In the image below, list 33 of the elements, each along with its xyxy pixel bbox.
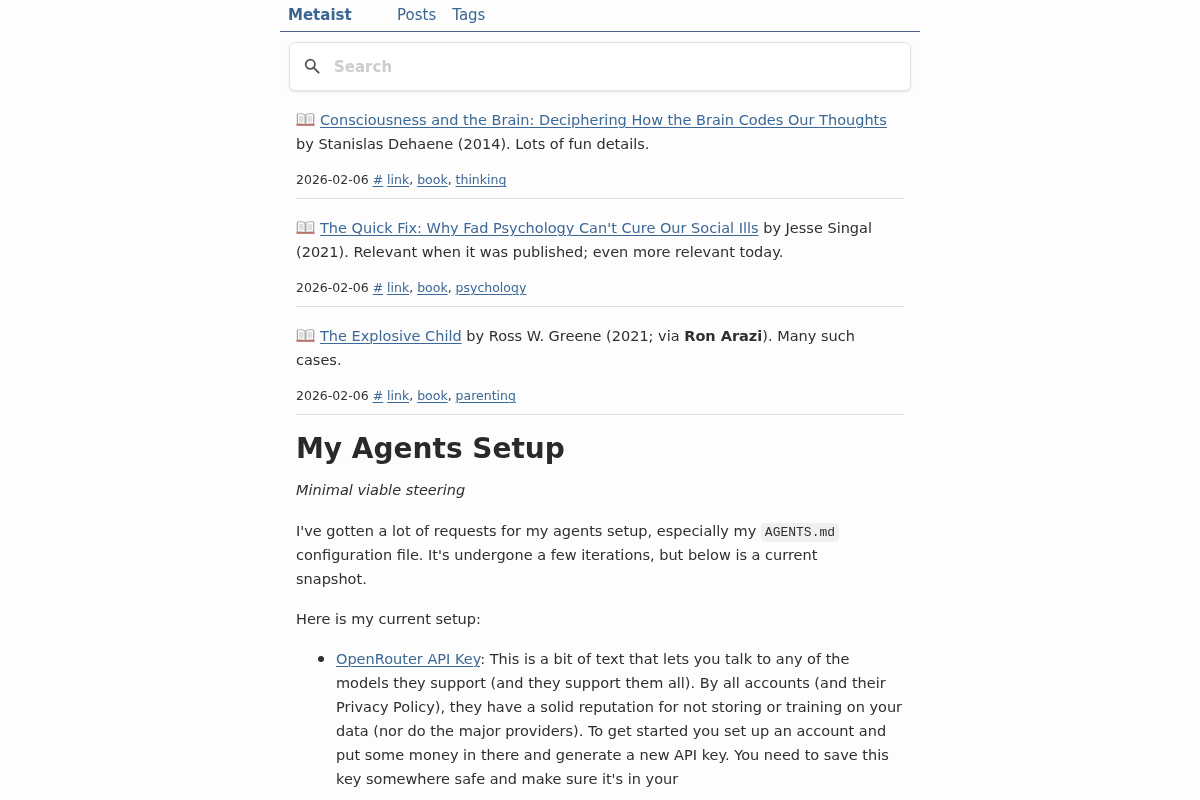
article-title: My Agents Setup	[296, 431, 566, 467]
open-book-icon	[296, 329, 315, 342]
post-text: The Explosive Child by Ross W. Greene (2021; via Ron Arazi). Many such cases.	[296, 327, 856, 370]
permalink[interactable]: #	[372, 280, 384, 295]
permalink[interactable]: #	[372, 388, 384, 403]
search-icon	[304, 58, 320, 74]
inline-code: AGENTS.md	[760, 523, 840, 542]
open-book-icon	[296, 113, 315, 126]
article-subtitle: Minimal viable steering	[296, 481, 467, 500]
tag-link[interactable]: book	[417, 172, 448, 187]
tag-link[interactable]: thinking	[455, 172, 507, 187]
list-item-link[interactable]: OpenRouter API Key	[336, 651, 481, 667]
post-meta: 2026-02-06 # link, book, parenting	[296, 387, 517, 405]
tag-link[interactable]: book	[417, 388, 448, 403]
tag-link[interactable]: psychology	[455, 280, 527, 295]
open-book-icon	[296, 221, 315, 234]
nav-link[interactable]: Posts	[397, 4, 437, 27]
post-text: Consciousness and the Brain: Deciphering How the Brain Codes Our Thoughts by Stanislas Dehaene (2014). Lots of fun details.	[296, 111, 888, 154]
tag-link[interactable]: book	[417, 280, 448, 295]
list-item-text: OpenRouter API Key: This is a bit of text that lets you talk to any of the models they support (and they support them all). By all accounts (and their Privacy Policy), they have a solid reputation for not storing or training on your data (nor do the major providers). To get started you set up an account and put some money in there and generate a new API key. You need to save this key somewhere safe and make sure it's in your	[336, 650, 904, 789]
bullet-icon	[318, 656, 324, 662]
post-title-link[interactable]: The Explosive Child	[320, 328, 462, 344]
permalink[interactable]: #	[372, 172, 384, 187]
article-paragraph: Here is my current setup:	[296, 610, 482, 629]
article-paragraph: I've gotten a lot of requests for my agents setup, especially my AGENTS.md configuration file. It's undergone a few iterations, but below is a current snapshot.	[296, 519, 876, 591]
post-title-link[interactable]: The Quick Fix: Why Fad Psychology Can't Cure Our Social Ills	[320, 220, 759, 236]
nav-link[interactable]: Tags	[452, 4, 486, 27]
post-title-link[interactable]: Consciousness and the Brain: Deciphering How the Brain Codes Our Thoughts	[320, 112, 887, 128]
post-text: The Quick Fix: Why Fad Psychology Can't Cure Our Social Ills by Jesse Singal (2021). Relevant when it was published; even more relevant today.	[296, 219, 873, 262]
tag-link[interactable]: parenting	[455, 388, 516, 403]
site-brand[interactable]: Metaist	[280, 4, 397, 27]
post-meta: 2026-02-06 # link, book, thinking	[296, 171, 508, 189]
post-meta: 2026-02-06 # link, book, psychology	[296, 279, 528, 297]
